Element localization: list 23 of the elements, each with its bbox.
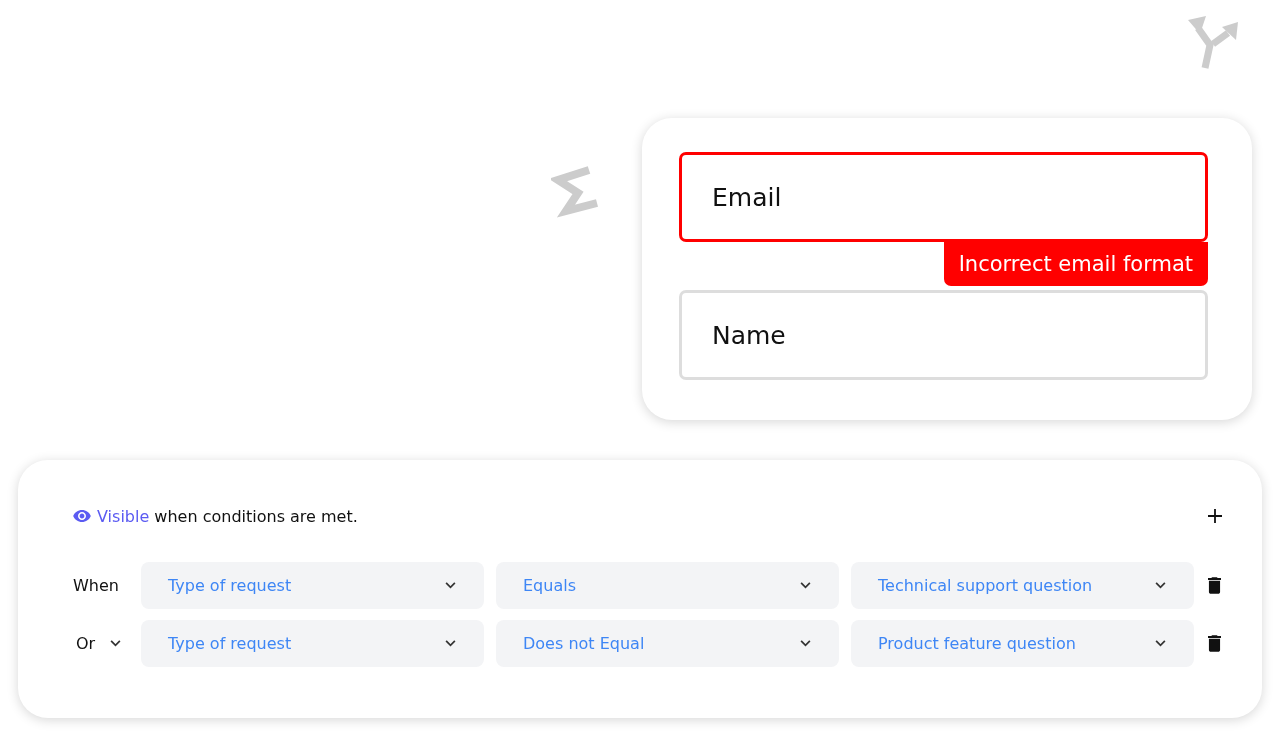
chevron-icon xyxy=(800,582,811,589)
chevron-icon xyxy=(445,640,456,647)
field-select[interactable]: Type of request xyxy=(141,620,484,667)
connector-label: When xyxy=(73,576,119,595)
chevron-icon xyxy=(445,582,456,589)
trash-icon[interactable] xyxy=(1208,577,1221,594)
value-select[interactable]: Technical support question xyxy=(851,562,1194,609)
plus-icon[interactable] xyxy=(1208,509,1222,523)
field-select[interactable]: Type of request xyxy=(141,562,484,609)
eye-icon xyxy=(73,510,91,522)
value-select[interactable]: Product feature question xyxy=(851,620,1194,667)
connector-dropdown[interactable]: Or xyxy=(76,634,122,653)
forked-arrow-icon xyxy=(1186,14,1240,70)
error-message: Incorrect email format xyxy=(943,242,1208,286)
chevron-icon xyxy=(1155,640,1166,647)
operator-select[interactable]: Does not Equal xyxy=(496,620,839,667)
visibility-rule-text: Visible when conditions are met. xyxy=(97,506,358,526)
chevron-icon xyxy=(1155,582,1166,589)
chevron-icon xyxy=(110,640,122,647)
operator-select[interactable]: Equals xyxy=(496,562,839,609)
trash-icon[interactable] xyxy=(1208,635,1221,652)
text-input-field[interactable]: Email xyxy=(679,152,1208,242)
chevron-icon xyxy=(800,640,811,647)
